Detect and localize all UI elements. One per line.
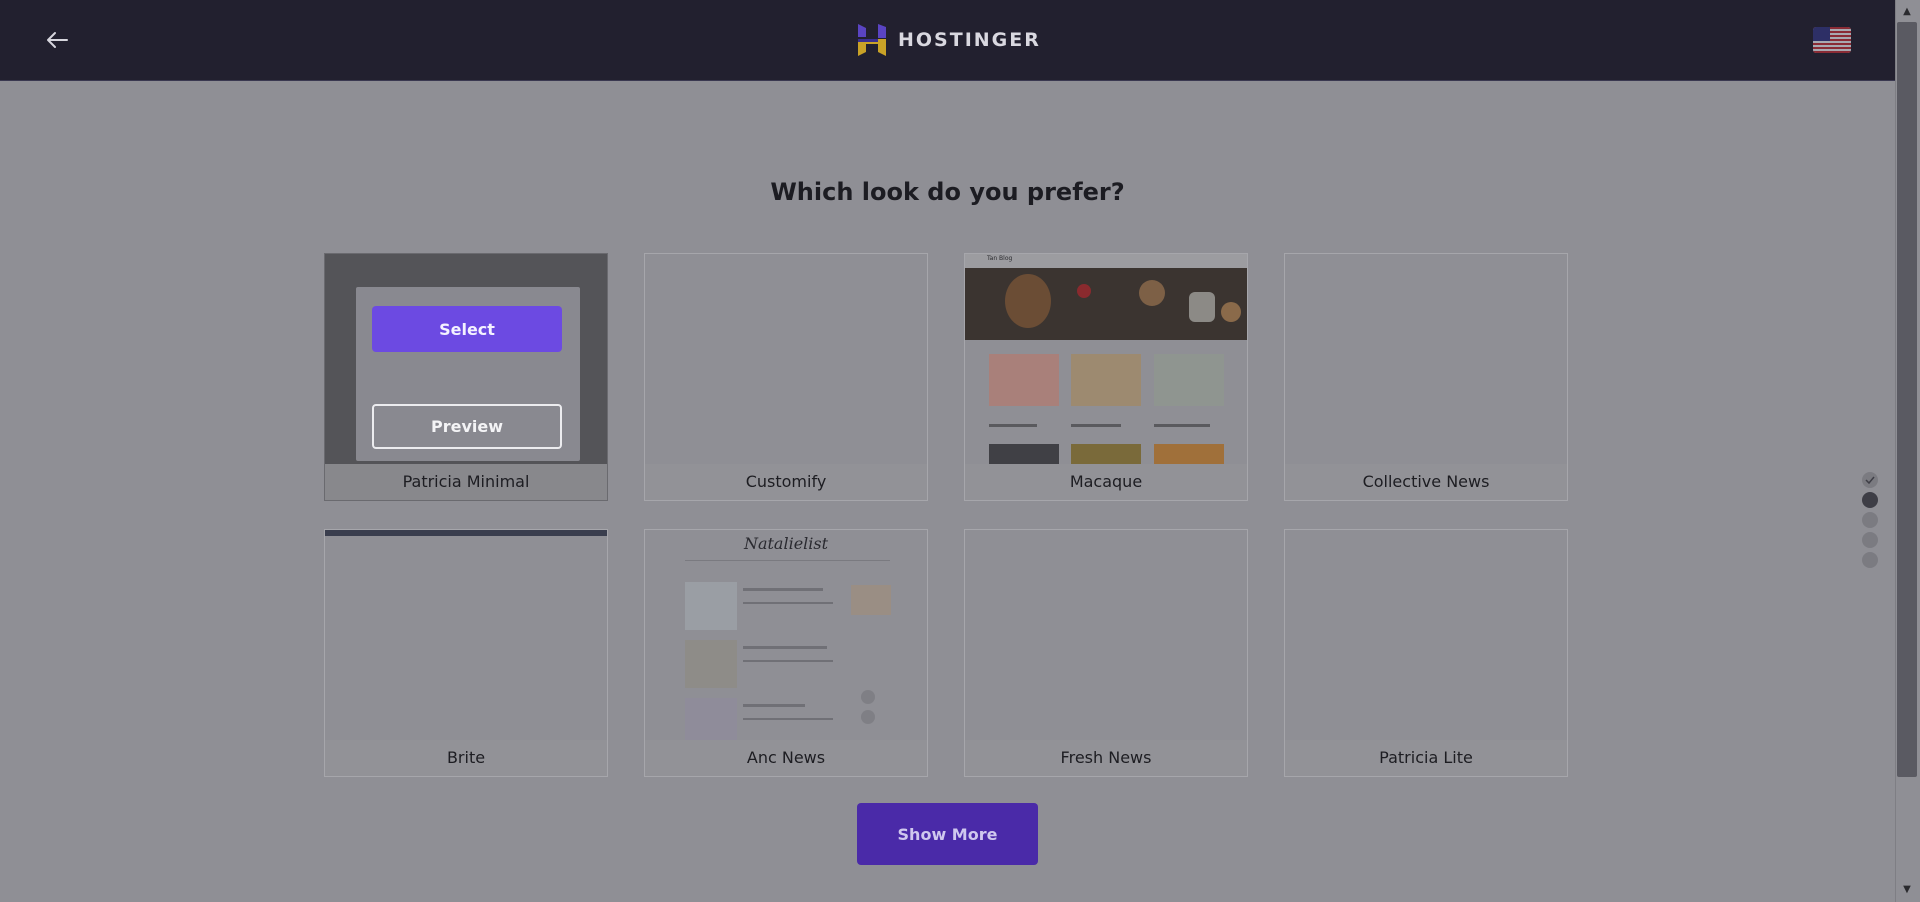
step-dot-current[interactable] (1862, 492, 1878, 508)
thumbnail-post-image (989, 354, 1059, 406)
scroll-up-arrow-icon[interactable]: ▲ (1897, 4, 1917, 20)
page-title: Which look do you prefer? (770, 178, 1125, 206)
thumbnail-nav-bar: Tan Blog (965, 254, 1247, 268)
select-button[interactable]: Select (372, 306, 562, 352)
theme-card-anc-news[interactable]: Natalielist Anc News (644, 529, 928, 777)
theme-name: Collective News (1285, 464, 1567, 500)
thumbnail-post-image (1154, 354, 1224, 406)
theme-name: Patricia Lite (1285, 740, 1567, 776)
step-dot-completed[interactable] (1862, 472, 1878, 488)
theme-card-macaque[interactable]: Tan Blog Macaque (964, 253, 1248, 501)
theme-card-patricia-lite[interactable]: Patricia Lite (1284, 529, 1568, 777)
theme-name: Fresh News (965, 740, 1247, 776)
thumbnail-post-image (1071, 444, 1141, 466)
top-header: HOSTINGER (0, 0, 1895, 81)
us-flag-icon (1813, 27, 1851, 53)
step-dot[interactable] (1862, 532, 1878, 548)
thumbnail-site-title: Natalielist (743, 534, 829, 553)
thumbnail-post-image (989, 444, 1059, 466)
hostinger-logo[interactable]: HOSTINGER (858, 24, 1041, 56)
step-dot[interactable] (1862, 512, 1878, 528)
thumbnail-post-image (685, 640, 737, 688)
arrow-left-icon (47, 32, 68, 48)
theme-card-fresh-news[interactable]: Fresh News (964, 529, 1248, 777)
check-icon (1865, 476, 1875, 484)
show-more-button[interactable]: Show More (857, 803, 1038, 865)
theme-hover-panel: Select Preview (356, 287, 580, 461)
scroll-thumb[interactable] (1897, 22, 1917, 777)
theme-card-brite[interactable]: Brite (324, 529, 608, 777)
step-dot[interactable] (1862, 552, 1878, 568)
thumbnail-post-image (685, 698, 737, 746)
theme-name: Patricia Minimal (325, 464, 607, 500)
theme-card-patricia-minimal[interactable]: Select Preview Patricia Minimal (324, 253, 608, 501)
theme-name: Anc News (645, 740, 927, 776)
theme-name: Customify (645, 464, 927, 500)
thumbnail-hero-image (965, 268, 1247, 340)
theme-name: Brite (325, 740, 607, 776)
step-indicator (1862, 472, 1878, 572)
language-selector[interactable] (1813, 27, 1851, 53)
thumbnail-post-image (1154, 444, 1224, 466)
thumbnail-sidebar-image (851, 585, 891, 615)
theme-card-customify[interactable]: Customify (644, 253, 928, 501)
thumbnail-top-strip (325, 530, 607, 536)
theme-name: Macaque (965, 464, 1247, 500)
thumbnail-blog-title: Tan Blog (987, 255, 1013, 262)
back-button[interactable] (40, 24, 74, 56)
thumbnail-post-image (1071, 354, 1141, 406)
theme-card-collective-news[interactable]: Collective News (1284, 253, 1568, 501)
theme-thumbnail: Tan Blog (965, 254, 1247, 466)
brand-name: HOSTINGER (898, 29, 1041, 51)
scroll-down-arrow-icon[interactable]: ▼ (1897, 882, 1917, 898)
hostinger-mark-icon (858, 24, 886, 56)
theme-thumbnail: Natalielist (645, 530, 927, 746)
preview-button[interactable]: Preview (372, 404, 562, 449)
thumbnail-post-image (685, 582, 737, 630)
